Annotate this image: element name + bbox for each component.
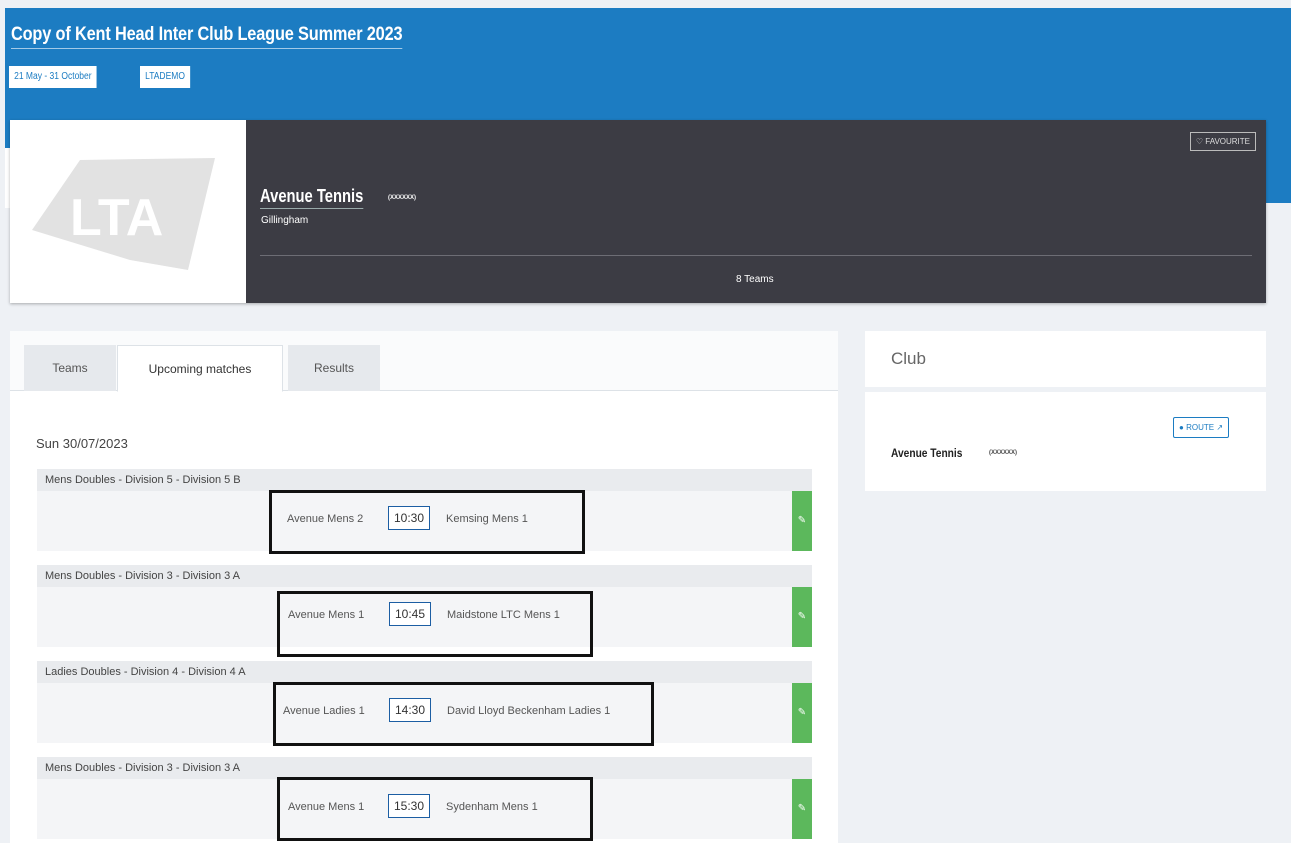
route-label: ROUTE — [1186, 423, 1215, 432]
sidebar-club-code: (XXXXXX) — [989, 450, 1018, 456]
tab-bar: Teams Upcoming matches Results — [10, 331, 838, 392]
club-code: (XXXXXX) — [388, 195, 417, 201]
match-division: Mens Doubles - Division 3 - Division 3 A — [37, 757, 812, 779]
team-count[interactable]: 8 Teams — [736, 274, 774, 285]
edit-match-button[interactable]: ✎ — [792, 587, 812, 647]
pencil-icon: ✎ — [797, 707, 807, 718]
club-town: Gillingham — [261, 215, 309, 226]
pencil-icon: ✎ — [797, 515, 807, 526]
match-division: Ladies Doubles - Division 4 - Division 4… — [37, 661, 812, 683]
match-division: Mens Doubles - Division 5 - Division 5 B — [37, 469, 812, 491]
divider — [260, 255, 1252, 256]
tab-results[interactable]: Results — [288, 345, 380, 391]
heart-icon: ♡ — [1195, 137, 1204, 146]
pencil-icon: ✎ — [797, 803, 807, 814]
highlight-box — [273, 682, 654, 746]
location-pin-icon: ● — [1179, 423, 1184, 432]
edit-match-button[interactable]: ✎ — [792, 491, 812, 551]
external-link-icon: ↗ — [1216, 423, 1224, 432]
favourite-label: FAVOURITE — [1205, 137, 1250, 146]
lta-logo-icon: LTA — [32, 158, 215, 270]
matches-panel: Teams Upcoming matches Results Sun 30/07… — [10, 331, 838, 843]
highlight-box — [277, 591, 593, 657]
svg-text:LTA: LTA — [70, 189, 163, 247]
club-sidebar: Club ● ROUTE ↗ Avenue Tennis (XXXXXX) — [865, 331, 1266, 491]
sidebar-heading: Club — [865, 331, 1266, 387]
club-name[interactable]: Avenue Tennis — [260, 186, 364, 209]
tab-teams[interactable]: Teams — [24, 345, 116, 391]
tournament-code-badge: LTADEMO — [140, 66, 191, 88]
tab-upcoming-matches[interactable]: Upcoming matches — [117, 345, 283, 392]
route-button[interactable]: ● ROUTE ↗ — [1173, 417, 1230, 438]
club-info-card: ● ROUTE ↗ Avenue Tennis (XXXXXX) — [865, 392, 1266, 491]
highlight-box — [277, 777, 593, 841]
pencil-icon: ✎ — [797, 611, 807, 622]
highlight-box — [269, 490, 585, 554]
edit-match-button[interactable]: ✎ — [792, 683, 812, 743]
club-logo: LTA — [10, 120, 246, 303]
club-card: LTA Avenue Tennis (XXXXXX) Gillingham 8 … — [10, 120, 1266, 303]
page-title[interactable]: Copy of Kent Head Inter Club League Summ… — [11, 24, 403, 49]
favourite-button[interactable]: ♡ FAVOURITE — [1189, 132, 1256, 151]
match-division: Mens Doubles - Division 3 - Division 3 A — [37, 565, 812, 587]
date-range-badge: 21 May - 31 October — [9, 66, 97, 88]
edit-match-button[interactable]: ✎ — [792, 779, 812, 839]
match-date: Sun 30/07/2023 — [36, 436, 128, 451]
sidebar-club-name[interactable]: Avenue Tennis — [891, 446, 962, 460]
